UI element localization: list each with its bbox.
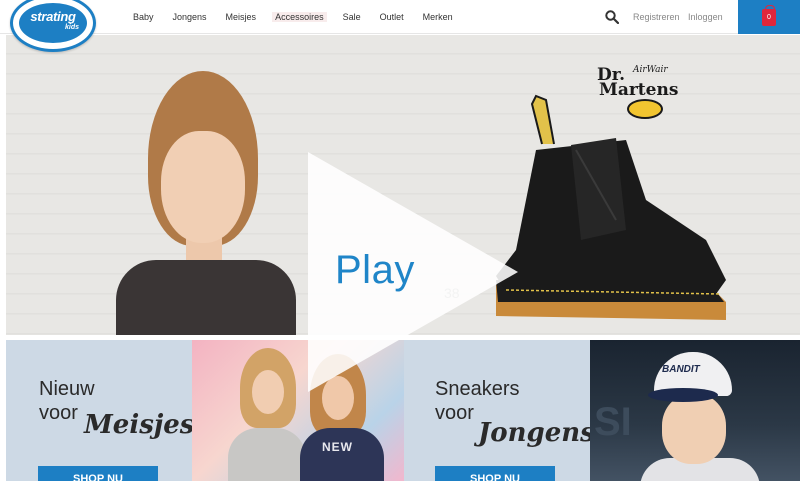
- nav-item-accessoires[interactable]: Accessoires: [272, 12, 327, 22]
- brand-martens: Martens: [599, 80, 679, 100]
- boy-cap-text: BANDIT: [662, 364, 700, 375]
- girl1-face: [252, 370, 284, 414]
- boy-background-lettering: SI: [594, 400, 632, 444]
- boy-cap-brim: [648, 388, 718, 402]
- nav-item-outlet[interactable]: Outlet: [380, 12, 404, 22]
- banner-jongens-line2: voor: [435, 402, 474, 424]
- nav-item-jongens[interactable]: Jongens: [173, 12, 207, 22]
- main-nav: Baby Jongens Meisjes Accessoires Sale Ou…: [133, 12, 472, 22]
- dr-martens-logo: Dr. AirWair Martens: [597, 65, 693, 121]
- banner-meisjes-script: Meisjes: [84, 410, 195, 440]
- girl2-shirt-print: NEW: [322, 440, 353, 454]
- banner-meisjes-line1: Nieuw: [39, 378, 95, 400]
- banner-meisjes[interactable]: Nieuw voor Meisjes SHOP NU: [6, 340, 195, 481]
- logo-name: strating: [30, 9, 76, 24]
- search-icon[interactable]: [605, 10, 619, 24]
- account-links: Registreren Inloggen: [633, 12, 729, 22]
- girl2-shirt: [300, 428, 384, 481]
- register-link[interactable]: Registreren: [633, 12, 680, 22]
- brand-airwair: AirWair: [633, 65, 668, 75]
- girl1-shirt: [228, 428, 306, 481]
- cart-button[interactable]: 0: [738, 0, 800, 34]
- logo-sub: kids: [64, 24, 79, 31]
- girl-dress: [116, 260, 296, 335]
- nav-item-baby[interactable]: Baby: [133, 12, 154, 22]
- shop-meisjes-button[interactable]: SHOP NU: [38, 466, 158, 481]
- shop-jongens-button[interactable]: SHOP NU: [435, 466, 555, 481]
- hero-girl-photo: [106, 65, 306, 335]
- banner-meisjes-line2: voor: [39, 402, 78, 424]
- shopping-bag-icon: 0: [762, 5, 776, 26]
- login-link[interactable]: Inloggen: [688, 12, 723, 22]
- girl-face: [161, 131, 245, 243]
- boy-face: [662, 394, 726, 464]
- boy-photo: SI BANDIT: [590, 340, 800, 481]
- banner-jongens-script: Jongens: [478, 418, 595, 448]
- site-header: strating kids Baby Jongens Meisjes Acces…: [0, 0, 800, 52]
- brand-badge-icon: [627, 99, 663, 119]
- nav-item-merken[interactable]: Merken: [423, 12, 453, 22]
- play-label[interactable]: Play: [335, 248, 415, 293]
- nav-item-sale[interactable]: Sale: [343, 12, 361, 22]
- cart-count: 0: [767, 14, 771, 21]
- nav-item-meisjes[interactable]: Meisjes: [226, 12, 257, 22]
